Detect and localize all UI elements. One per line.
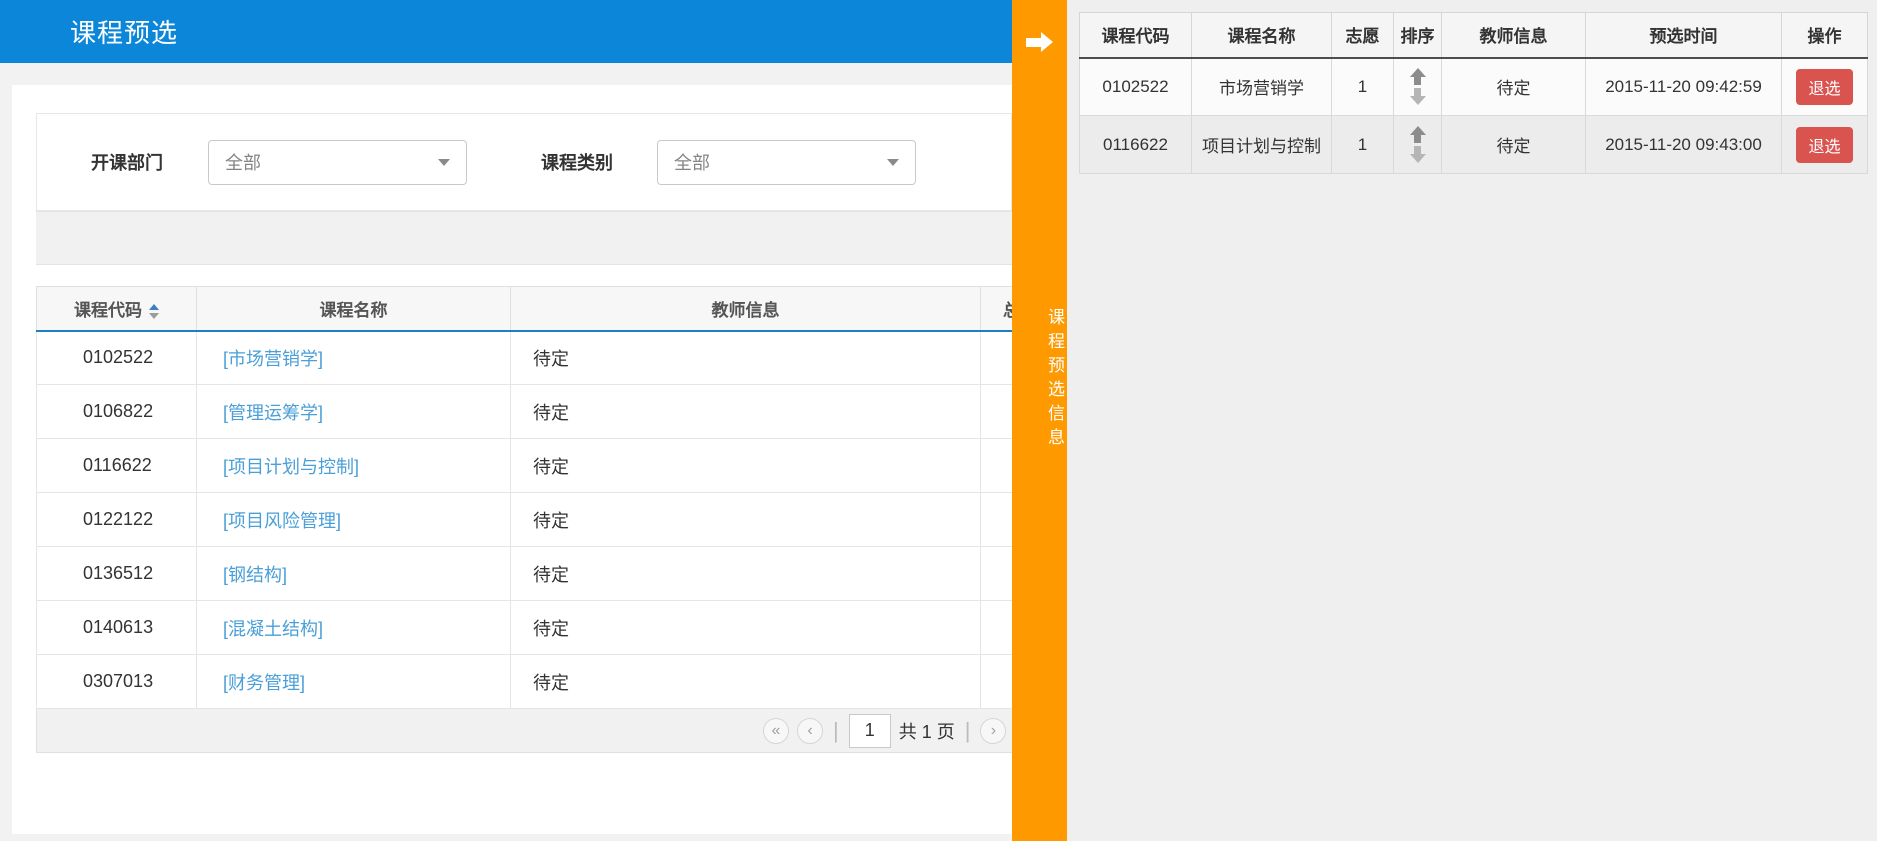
column-header-extra: 总 — [980, 286, 1012, 332]
pager-separator: | — [964, 717, 971, 743]
course-code: 0136512 — [36, 546, 197, 601]
selected-courses-table: 课程代码 课程名称 志愿 排序 教师信息 预选时间 操作 0102522 市场营… — [1079, 12, 1868, 174]
page-header: 课程预选 — [0, 0, 1012, 63]
chevron-down-icon — [887, 158, 899, 166]
preselect-time: 2015-11-20 09:42:59 — [1585, 57, 1782, 116]
selected-table-header: 课程代码 课程名称 志愿 排序 教师信息 预选时间 操作 — [1079, 12, 1868, 59]
course-name: 项目计划与控制 — [1191, 115, 1332, 174]
table-row: 0106822 [管理运筹学] 待定 — [36, 384, 1012, 439]
sort-icon — [149, 303, 159, 319]
page-title: 课程预选 — [70, 18, 179, 48]
column-header-code[interactable]: 课程代码 — [36, 286, 197, 332]
teacher-info: 待定 — [510, 384, 981, 439]
column-header-order: 排序 — [1393, 12, 1442, 59]
teacher-info: 待定 — [510, 330, 981, 385]
move-up-icon[interactable] — [1409, 126, 1426, 143]
course-table: 课程代码 课程名称 教师信息 总 0102522 [市场营销学] 待定 0106… — [36, 286, 1012, 709]
course-name-link[interactable]: [项目计划与控制] — [223, 457, 359, 477]
department-select-value: 全部 — [225, 153, 261, 173]
chevron-down-icon — [438, 158, 450, 166]
course-list-region: 课程预选 开课部门 全部 课程类别 全部 课程代码 课程名称 教师信息 总 01… — [0, 0, 1012, 841]
move-up-icon[interactable] — [1409, 68, 1426, 86]
course-name-link[interactable]: [混凝土结构] — [223, 619, 323, 639]
teacher-info: 待定 — [510, 600, 981, 655]
preference-value: 1 — [1331, 57, 1394, 116]
category-label: 课程类别 — [541, 153, 613, 173]
filter-bar: 开课部门 全部 课程类别 全部 — [36, 113, 1012, 211]
page-total-label: 共 1 页 — [898, 721, 955, 742]
table-row: 0102522 市场营销学 1 待定 2015-11-20 09:42:59 退… — [1079, 57, 1868, 116]
teacher-info: 待定 — [510, 546, 981, 601]
course-name-link[interactable]: [项目风险管理] — [223, 511, 341, 531]
table-row: 0307013 [财务管理] 待定 — [36, 654, 1012, 709]
course-name-link[interactable]: [管理运筹学] — [223, 403, 323, 423]
course-name-link[interactable]: [财务管理] — [223, 673, 305, 693]
course-code: 0140613 — [36, 600, 197, 655]
course-code: 0122122 — [36, 492, 197, 547]
teacher-info: 待定 — [510, 492, 981, 547]
preference-value: 1 — [1331, 115, 1394, 174]
course-name-link[interactable]: [钢结构] — [223, 565, 287, 585]
preselect-time: 2015-11-20 09:43:00 — [1585, 115, 1782, 174]
column-header-name: 课程名称 — [196, 286, 511, 332]
course-name: 市场营销学 — [1191, 57, 1332, 116]
first-page-button[interactable]: « — [763, 717, 789, 744]
page-number-input[interactable] — [848, 713, 891, 748]
table-row: 0116622 [项目计划与控制] 待定 — [36, 438, 1012, 493]
pager-separator: | — [833, 717, 839, 743]
column-header-teacher: 教师信息 — [510, 286, 981, 332]
department-select[interactable]: 全部 — [208, 139, 467, 185]
category-select-value: 全部 — [674, 153, 710, 173]
teacher-info: 待定 — [510, 654, 981, 709]
department-label: 开课部门 — [91, 153, 163, 173]
drawer-label: 课程预选信息 — [1045, 308, 1064, 452]
move-down-icon[interactable] — [1409, 88, 1426, 106]
course-name-link[interactable]: [市场营销学] — [223, 349, 323, 369]
move-down-icon[interactable] — [1409, 146, 1426, 163]
table-row: 0136512 [钢结构] 待定 — [36, 546, 1012, 601]
table-row: 0140613 [混凝土结构] 待定 — [36, 600, 1012, 655]
teacher-info: 待定 — [510, 438, 981, 493]
course-code: 0102522 — [36, 330, 197, 385]
course-code: 0106822 — [36, 384, 197, 439]
app-root: 课程预选 开课部门 全部 课程类别 全部 课程代码 课程名称 教师信息 总 01… — [0, 0, 1877, 841]
course-code: 0307013 — [36, 654, 197, 709]
column-header-action: 操作 — [1781, 12, 1868, 59]
column-header-name: 课程名称 — [1191, 12, 1332, 59]
column-header-time: 预选时间 — [1585, 12, 1782, 59]
course-code: 0116622 — [36, 438, 197, 493]
pagination-bar: « ‹ | 共 1 页 | › » — [36, 709, 1012, 753]
next-page-button[interactable]: › — [980, 717, 1007, 744]
teacher-info: 待定 — [1441, 115, 1586, 174]
column-header-preference: 志愿 — [1331, 12, 1394, 59]
course-code: 0102522 — [1079, 57, 1192, 116]
selected-courses-panel: 课程代码 课程名称 志愿 排序 教师信息 预选时间 操作 0102522 市场营… — [1067, 0, 1877, 841]
table-row: 0116622 项目计划与控制 1 待定 2015-11-20 09:43:00… — [1079, 115, 1868, 174]
teacher-info: 待定 — [1441, 57, 1586, 116]
column-header-code: 课程代码 — [1079, 12, 1192, 59]
course-table-header: 课程代码 课程名称 教师信息 总 — [36, 286, 1012, 332]
course-code: 0116622 — [1079, 115, 1192, 174]
table-row: 0122122 [项目风险管理] 待定 — [36, 492, 1012, 547]
content-panel: 开课部门 全部 课程类别 全部 课程代码 课程名称 教师信息 总 0102522… — [12, 85, 1012, 834]
withdraw-button[interactable]: 退选 — [1796, 126, 1853, 163]
category-select[interactable]: 全部 — [657, 139, 916, 185]
drawer-toggle[interactable]: 课程预选信息 — [1012, 0, 1067, 841]
withdraw-button[interactable]: 退选 — [1796, 68, 1853, 105]
arrow-right-icon[interactable] — [1026, 32, 1053, 52]
table-row: 0102522 [市场营销学] 待定 — [36, 330, 1012, 385]
prev-page-button[interactable]: ‹ — [797, 717, 823, 744]
column-header-teacher: 教师信息 — [1441, 12, 1586, 59]
toolbar — [36, 211, 1012, 265]
